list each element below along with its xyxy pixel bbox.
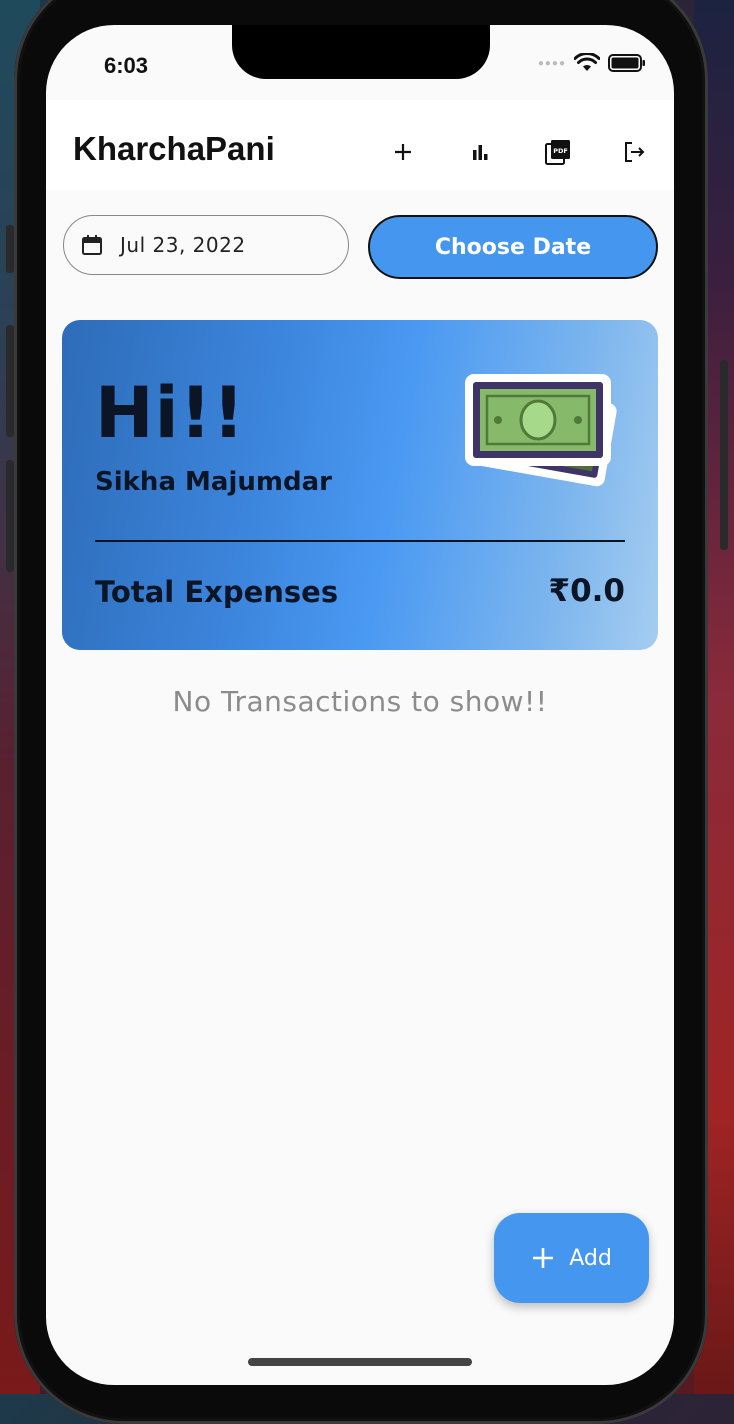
logout-icon (625, 142, 645, 162)
plus-icon (395, 144, 411, 160)
calendar-icon (80, 233, 104, 257)
selected-date-field[interactable]: Jul 23, 2022 (63, 215, 349, 275)
plus-icon (533, 1248, 554, 1268)
money-banknote-icon (465, 374, 617, 487)
user-name: Sikha Majumdar (95, 467, 332, 497)
greeting-text: Hi!! (95, 372, 246, 454)
side-button-silent (6, 225, 14, 273)
pdf-icon: PDF (545, 140, 570, 165)
pdf-action-button[interactable]: PDF (536, 130, 580, 174)
empty-transactions-message: No Transactions to show!! (172, 685, 548, 718)
app-bar: KharchaPani PDF (46, 100, 674, 190)
app-title: KharchaPani (73, 130, 275, 167)
side-button-volume-down (6, 460, 14, 572)
add-transaction-fab[interactable]: Add (494, 1213, 649, 1303)
chart-action-button[interactable] (458, 130, 502, 174)
battery-icon (608, 54, 645, 72)
add-action-button[interactable] (381, 130, 425, 174)
logout-action-button[interactable] (612, 130, 656, 174)
status-time: 6:03 (104, 53, 149, 78)
expense-summary-card: Hi!! Sikha Majumdar Total Expenses ₹0.0 (62, 320, 658, 650)
wifi-icon (574, 53, 600, 71)
total-expenses-label: Total Expenses (95, 575, 339, 609)
side-button-volume-up (6, 325, 14, 437)
notch (232, 25, 490, 79)
home-indicator[interactable] (248, 1358, 472, 1366)
choose-date-button[interactable]: Choose Date (368, 215, 658, 279)
card-divider (95, 540, 625, 542)
status-icons: ●●●● (538, 53, 646, 73)
bar-chart-icon (473, 145, 488, 160)
side-button-power (720, 360, 728, 550)
fab-label: Add (569, 1245, 612, 1271)
selected-date-value: Jul 23, 2022 (120, 233, 246, 257)
signal-icon: ●●●● (537, 57, 566, 69)
pdf-icon-label: PDF (553, 147, 568, 155)
app-screen: 6:03 ●●●● KharchaPani PDF Jul 23, 2022 C… (46, 25, 674, 1385)
total-expenses-value: ₹0.0 (548, 573, 626, 609)
